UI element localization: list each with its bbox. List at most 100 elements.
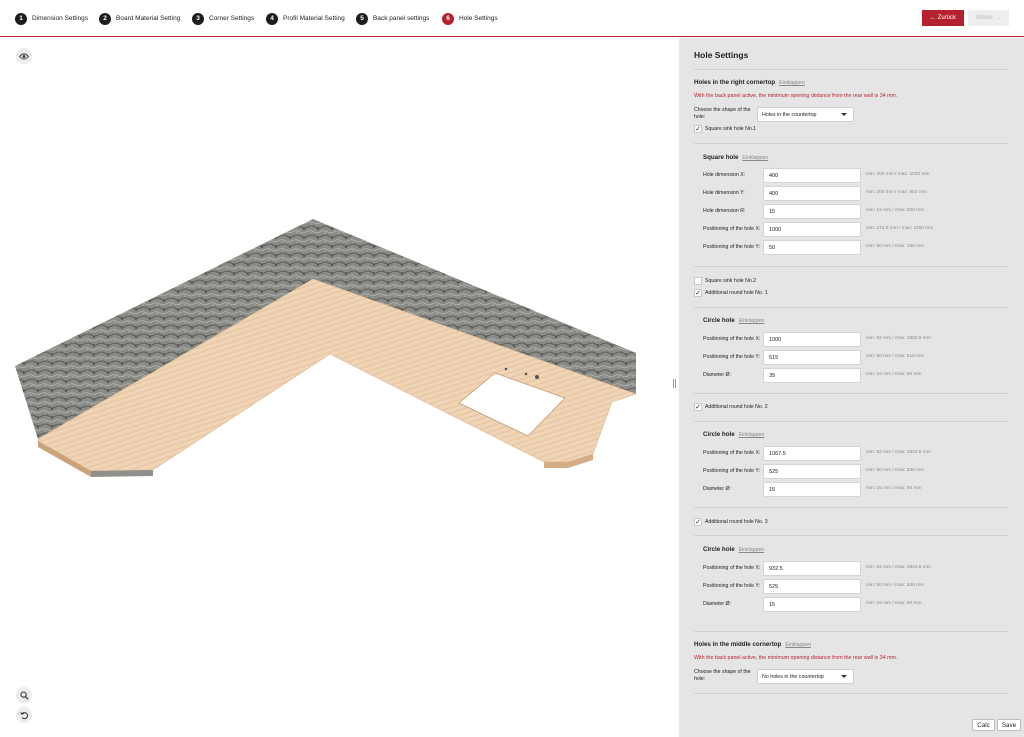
circle3-position-y-input[interactable]: 525	[763, 579, 861, 594]
field-hint: min: 50 mm / max: 150 mm	[866, 244, 925, 249]
round-hole-2-checkbox[interactable]: ✓	[694, 403, 702, 411]
checkbox-label: Square sink hole No.1	[705, 126, 757, 132]
step-back-panel[interactable]: 5 Back panel settings	[356, 12, 429, 25]
circle-hole-2-section: Circle hole Einklappen	[703, 431, 764, 438]
collapse-link[interactable]: Einklappen	[785, 642, 811, 648]
zoom-button[interactable]	[16, 687, 32, 703]
back-button[interactable]: ← Zurück	[922, 10, 964, 26]
field-hint: min: 50 mm / max: 530 mm	[866, 583, 925, 588]
hole-position-x-input[interactable]: 1000	[763, 222, 861, 237]
divider	[694, 393, 1008, 394]
round-hole-3-checkbox[interactable]: ✓	[694, 518, 702, 526]
divider	[694, 266, 1008, 267]
step-number: 1	[15, 12, 27, 25]
circle2-position-x-input[interactable]: 1067.5	[763, 446, 861, 461]
step-board-material[interactable]: 2 Board Material Setting	[99, 12, 180, 25]
step-label: Corner Settings	[209, 15, 255, 22]
section-title: Holes in the middle cornertop	[694, 641, 782, 648]
field-hint: min: 15 mm / max: 200 mm	[866, 208, 925, 213]
section-title: Square hole	[703, 154, 739, 161]
step-number: 3	[192, 12, 204, 25]
circle3-position-x-input[interactable]: 932.5	[763, 561, 861, 576]
field-hint: min: 274.5 mm / max: 1150 mm	[866, 226, 934, 231]
checkbox-label: Square sink hole No.2	[705, 278, 757, 284]
warning-text: With the back panel active, the minimum …	[694, 655, 898, 661]
field-hint: min: 15 mm / max: 50 mm	[866, 601, 922, 606]
collapse-link[interactable]: Einklappen	[739, 432, 765, 438]
countertop-model	[15, 219, 637, 477]
square-hole-section: Square hole Einklappen	[703, 154, 768, 161]
step-dimension-settings[interactable]: 1 Dimension Settings	[15, 12, 88, 25]
step-label: Back panel settings	[373, 15, 430, 22]
round-hole-1-checkbox[interactable]: ✓	[694, 289, 702, 297]
field-hint: min: 50 mm / max: 530 mm	[866, 468, 925, 473]
field-hint: min: 82 mm / max: 1842.5 mm	[866, 450, 931, 455]
divider	[694, 69, 1008, 70]
panel-resize-handle[interactable]	[673, 379, 676, 388]
hole-dimension-r-input[interactable]: 15	[763, 204, 861, 219]
circle2-diameter-input[interactable]: 15	[763, 482, 861, 497]
section-title: Holes in the right cornertop	[694, 79, 776, 86]
step-label: Hole Settings	[459, 15, 498, 22]
circle1-position-x-input[interactable]: 1000	[763, 332, 861, 347]
circle-hole-1-section: Circle hole Einklappen	[703, 317, 764, 324]
field-hint: min: 82 mm / max: 1842.5 mm	[866, 565, 931, 570]
step-label: Board Material Setting	[116, 15, 181, 22]
square-sink-hole-1-checkbox[interactable]: ✓	[694, 125, 702, 133]
field-label: Positioning of the hole X:	[703, 226, 761, 232]
reset-view-button[interactable]	[16, 707, 32, 723]
collapse-link[interactable]: Einklappen	[739, 318, 765, 324]
select-value: No holes in the countertop	[762, 673, 824, 680]
checkbox-label: Additional round hole No. 3	[705, 519, 768, 525]
step-number: 4	[266, 12, 278, 25]
field-label: Hole dimension X:	[703, 172, 746, 178]
divider	[694, 507, 1008, 508]
next-button[interactable]: Weiter →	[968, 10, 1009, 26]
hole-shape-select[interactable]: Holes in the countertop	[757, 107, 854, 122]
3d-viewer[interactable]	[0, 38, 678, 737]
field-hint: min: 200 mm / max: 1030 mm	[866, 172, 930, 177]
field-label: Diameter Ø:	[703, 601, 731, 607]
middle-hole-shape-select[interactable]: No holes in the countertop	[757, 669, 854, 684]
step-number: 6	[442, 12, 454, 25]
step-hole-settings[interactable]: 6 Hole Settings	[442, 12, 498, 25]
shape-label: Choose the shape of the hole:	[694, 107, 751, 120]
collapse-link[interactable]: Einklappen	[739, 547, 765, 553]
circle1-position-y-input[interactable]: 515	[763, 350, 861, 365]
save-button[interactable]: Save	[997, 719, 1021, 731]
select-value: Holes in the countertop	[762, 111, 817, 118]
checkbox-label: Additional round hole No. 1	[705, 290, 768, 296]
magnifier-icon	[19, 690, 29, 700]
calc-button[interactable]: Calc	[972, 719, 995, 731]
section-middle-cornertop: Holes in the middle cornertop Einklappen	[694, 641, 811, 648]
collapse-link[interactable]: Einklappen	[742, 155, 768, 161]
field-label: Diameter Ø:	[703, 486, 731, 492]
circle2-position-y-input[interactable]: 525	[763, 464, 861, 479]
square-sink-hole-2-checkbox[interactable]	[694, 277, 702, 285]
circle3-diameter-input[interactable]: 15	[763, 597, 861, 612]
field-hint: min: 15 mm / max: 50 mm	[866, 372, 922, 377]
field-hint: min: 50 mm / max: 515 mm	[866, 354, 925, 359]
chevron-down-icon	[841, 113, 847, 116]
field-hint: min: 82 mm / max: 1852.5 mm	[866, 336, 931, 341]
hole-settings-panel: Hole Settings Holes in the right cornert…	[679, 38, 1024, 737]
field-hint: min: 15 mm / max: 50 mm	[866, 486, 922, 491]
hole-dimension-x-input[interactable]: 400	[763, 168, 861, 183]
hole-position-y-input[interactable]: 50	[763, 240, 861, 255]
field-label: Positioning of the hole Y:	[703, 583, 761, 589]
divider	[694, 143, 1008, 144]
field-label: Positioning of the hole Y:	[703, 354, 761, 360]
step-number: 2	[99, 12, 111, 25]
step-profil-material[interactable]: 4 Profil Material Setting	[266, 12, 345, 25]
shape-label: Choose the shape of the hole:	[694, 669, 751, 682]
step-navigation-bar: 1 Dimension Settings 2 Board Material Se…	[0, 0, 1024, 37]
step-corner-settings[interactable]: 3 Corner Settings	[192, 12, 254, 25]
field-label: Diameter Ø:	[703, 372, 731, 378]
field-label: Positioning of the hole X:	[703, 565, 761, 571]
field-label: Positioning of the hole X:	[703, 336, 761, 342]
circle1-diameter-input[interactable]: 35	[763, 368, 861, 383]
hole-dimension-y-input[interactable]: 400	[763, 186, 861, 201]
collapse-link[interactable]: Einklappen	[779, 80, 805, 86]
divider	[694, 631, 1008, 632]
divider	[694, 693, 1008, 694]
